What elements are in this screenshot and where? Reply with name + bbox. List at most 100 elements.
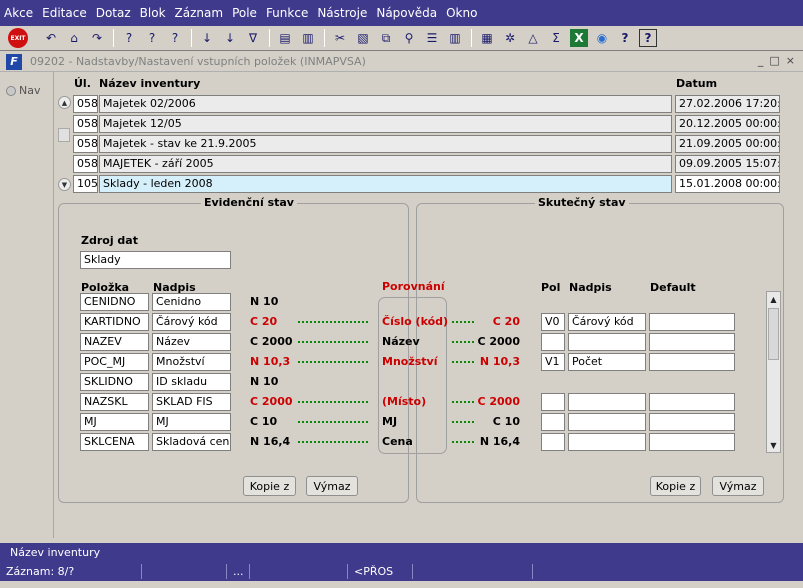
sum-icon[interactable]: Σ [547, 29, 565, 47]
clear-button-left[interactable]: Výmaz [306, 476, 358, 496]
actual-caption-field[interactable]: Počet [568, 353, 646, 371]
actual-caption-field[interactable] [568, 433, 646, 451]
excel-icon[interactable]: X [570, 29, 588, 47]
pol-field[interactable] [541, 333, 565, 351]
menu-item-9[interactable]: Okno [446, 6, 477, 20]
pol-field[interactable]: V0 [541, 313, 565, 331]
copy-icon[interactable]: ▥ [299, 29, 317, 47]
nav-option[interactable]: Nav [6, 84, 40, 97]
pol-field[interactable] [541, 393, 565, 411]
scissors-icon[interactable]: ✂ [331, 29, 349, 47]
tools-icon[interactable]: ✲ [501, 29, 519, 47]
menu-item-0[interactable]: Akce [4, 6, 33, 20]
scrollbar-thumb[interactable] [768, 308, 779, 360]
default-field[interactable] [649, 393, 735, 411]
inventory-ul-cell[interactable]: 058 [73, 115, 98, 133]
clear-button-right[interactable]: Výmaz [712, 476, 764, 496]
pol-field[interactable]: V1 [541, 353, 565, 371]
scroll-down-arrow-icon[interactable]: ▼ [768, 439, 779, 451]
caption-field[interactable]: Cenidno [152, 293, 231, 311]
inventory-date-cell[interactable]: 21.09.2005 00:00:00 [675, 135, 780, 153]
caption-field[interactable]: Název [152, 333, 231, 351]
globe-icon[interactable]: ◉ [593, 29, 611, 47]
help-icon[interactable]: ? [616, 29, 634, 47]
scroll-down-icon[interactable]: ▼ [58, 178, 71, 191]
nav-radio-icon[interactable] [6, 85, 16, 96]
redo-icon[interactable]: ↷ [88, 29, 106, 47]
whats-this-icon[interactable]: ? [639, 29, 657, 47]
caption-field[interactable]: Množství [152, 353, 231, 371]
caption-field[interactable]: ID skladu [152, 373, 231, 391]
item-field[interactable]: NAZSKL [80, 393, 149, 411]
menu-item-2[interactable]: Dotaz [96, 6, 131, 20]
menu-item-8[interactable]: Nápověda [376, 6, 437, 20]
inventory-name-cell[interactable]: Sklady - leden 2008 [99, 175, 672, 193]
list-icon[interactable]: ☰ [423, 29, 441, 47]
minimize-icon[interactable]: _ [758, 54, 764, 67]
menu-item-3[interactable]: Blok [140, 6, 166, 20]
home-icon[interactable]: ⌂ [65, 29, 83, 47]
scroll-up-arrow-icon[interactable]: ▲ [768, 293, 779, 305]
filter-icon[interactable]: ∇ [244, 29, 262, 47]
actual-caption-field[interactable] [568, 413, 646, 431]
item-field[interactable]: NAZEV [80, 333, 149, 351]
inventory-name-cell[interactable]: Majetek 12/05 [99, 115, 672, 133]
item-field[interactable]: CENIDNO [80, 293, 149, 311]
duplicate-icon[interactable]: ⧉ [377, 29, 395, 47]
copy-from-button-right[interactable]: Kopie z [650, 476, 701, 496]
exit-icon[interactable]: EXIT [8, 28, 28, 48]
columns-icon[interactable]: ▥ [446, 29, 464, 47]
actual-caption-field[interactable]: Čárový kód [568, 313, 646, 331]
item-field[interactable]: SKLIDNO [80, 373, 149, 391]
inventory-name-cell[interactable]: Majetek - stav ke 21.9.2005 [99, 135, 672, 153]
pol-field[interactable] [541, 433, 565, 451]
enter-query-icon[interactable]: ? [120, 29, 138, 47]
item-field[interactable]: KARTIDNO [80, 313, 149, 331]
menu-item-5[interactable]: Pole [232, 6, 257, 20]
undo-icon[interactable]: ↶ [42, 29, 60, 47]
default-field[interactable] [649, 313, 735, 331]
close-icon[interactable]: × [786, 54, 795, 67]
inventory-ul-cell[interactable]: 058 [73, 135, 98, 153]
vertical-scrollbar[interactable]: ▲ ▼ [766, 291, 781, 453]
search-icon[interactable]: ⚲ [400, 29, 418, 47]
scroll-up-icon[interactable]: ▲ [58, 96, 71, 109]
caption-field[interactable]: MJ [152, 413, 231, 431]
default-field[interactable] [649, 333, 735, 351]
sort-ascending-icon[interactable]: ↓ [198, 29, 216, 47]
actual-caption-field[interactable] [568, 393, 646, 411]
copy-from-button-left[interactable]: Kopie z [243, 476, 296, 496]
default-field[interactable] [649, 413, 735, 431]
pol-field[interactable] [541, 413, 565, 431]
sort-descending-icon[interactable]: ↓ [221, 29, 239, 47]
item-field[interactable]: MJ [80, 413, 149, 431]
inventory-ul-cell[interactable]: 058 [73, 155, 98, 173]
menu-item-1[interactable]: Editace [42, 6, 87, 20]
source-field[interactable]: Sklady [80, 251, 231, 269]
item-field[interactable]: POC_MJ [80, 353, 149, 371]
calculator-icon[interactable]: ▦ [478, 29, 496, 47]
paste-icon[interactable]: ▧ [354, 29, 372, 47]
default-field[interactable] [649, 433, 735, 451]
maximize-icon[interactable]: □ [769, 54, 779, 67]
inventory-ul-cell[interactable]: 105 [73, 175, 98, 193]
print-icon[interactable]: ▤ [276, 29, 294, 47]
default-field[interactable] [649, 353, 735, 371]
cancel-query-icon[interactable]: ? [166, 29, 184, 47]
inventory-name-cell[interactable]: MAJETEK - září 2005 [99, 155, 672, 173]
chart-icon[interactable]: △ [524, 29, 542, 47]
inventory-name-cell[interactable]: Majetek 02/2006 [99, 95, 672, 113]
execute-query-icon[interactable]: ? [143, 29, 161, 47]
item-field[interactable]: SKLCENA [80, 433, 149, 451]
actual-caption-field[interactable] [568, 333, 646, 351]
menu-item-4[interactable]: Záznam [175, 6, 224, 20]
caption-field[interactable]: Čárový kód [152, 313, 231, 331]
inventory-date-cell[interactable]: 15.01.2008 00:00:00 [675, 175, 780, 193]
menu-item-7[interactable]: Nástroje [317, 6, 367, 20]
menu-item-6[interactable]: Funkce [266, 6, 308, 20]
inventory-date-cell[interactable]: 27.02.2006 17:20:02 [675, 95, 780, 113]
inventory-date-cell[interactable]: 20.12.2005 00:00:00 [675, 115, 780, 133]
inventory-date-cell[interactable]: 09.09.2005 15:07:14 [675, 155, 780, 173]
caption-field[interactable]: SKLAD FIS [152, 393, 231, 411]
inventory-ul-cell[interactable]: 058 [73, 95, 98, 113]
